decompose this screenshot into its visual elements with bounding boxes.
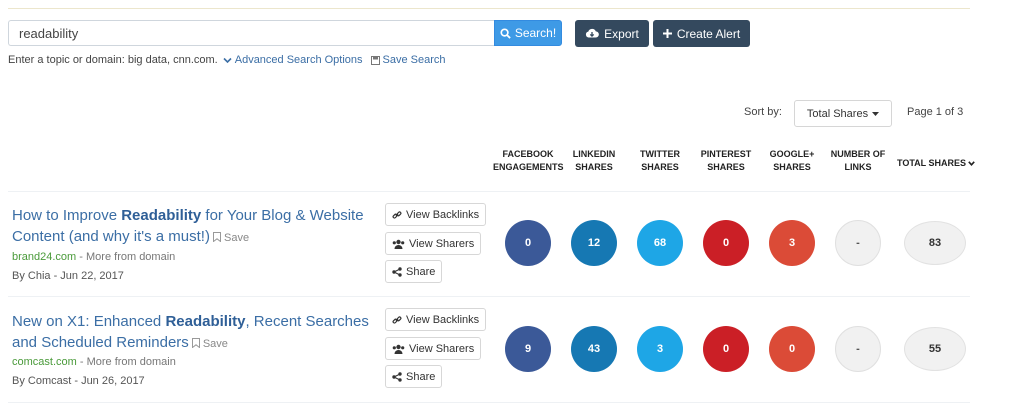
more-from-domain-label: More from domain — [86, 356, 176, 368]
total-shares-oval: 83 — [904, 221, 966, 265]
view-backlinks-label: View Backlinks — [406, 313, 480, 326]
total-shares-header-label: TOTAL SHARES — [896, 158, 966, 168]
number-of-links-circle: - — [835, 326, 881, 372]
column-header-total-shares[interactable]: TOTAL SHARES — [893, 148, 979, 179]
plus-icon — [662, 29, 672, 38]
link-icon — [392, 210, 402, 220]
save-article-button[interactable]: Save — [191, 338, 228, 350]
save-article-button[interactable]: Save — [212, 232, 250, 244]
facebook-engagements-circle: 0 — [505, 220, 551, 266]
number-of-links-circle: - — [835, 220, 881, 266]
column-header-links[interactable]: NUMBER OF LINKS — [823, 148, 893, 174]
share-label: Share — [406, 265, 436, 278]
view-sharers-label: View Sharers — [409, 237, 475, 250]
result-domain-line: comcast.com - More from domain — [12, 356, 176, 368]
view-sharers-label: View Sharers — [409, 342, 475, 355]
column-header-google[interactable]: GOOGLE+ SHARES — [757, 148, 827, 174]
result-byline: By Comcast - Jun 26, 2017 — [12, 375, 145, 387]
sort-by-label: Sort by: — [744, 106, 782, 118]
caret-down-icon — [872, 111, 880, 116]
share-icon — [392, 266, 402, 277]
search-icon — [500, 27, 511, 39]
result-title-keyword: Readability — [121, 207, 202, 224]
search-button-label: Search! — [514, 26, 557, 40]
row-divider — [8, 402, 970, 403]
linkedin-shares-circle: 43 — [571, 326, 617, 372]
total-shares-oval: 55 — [904, 327, 966, 371]
chevron-down-icon — [968, 148, 975, 179]
row-divider — [8, 191, 970, 192]
more-from-domain-label: More from domain — [86, 251, 176, 263]
advanced-search-label: Advanced Search Options — [234, 54, 363, 66]
export-label: Export — [604, 26, 639, 41]
column-header-facebook[interactable]: FACEBOOK ENGAGEMENTS — [493, 148, 564, 174]
share-label: Share — [406, 370, 436, 383]
chevron-down-icon — [223, 57, 232, 64]
page-indicator: Page 1 of 3 — [907, 106, 964, 118]
create-alert-label: Create Alert — [676, 26, 741, 41]
top-divider — [8, 8, 970, 9]
twitter-shares-circle: 3 — [637, 326, 683, 372]
pinterest-shares-circle: 0 — [703, 220, 749, 266]
save-label: Save — [202, 338, 228, 350]
search-hint-row: Enter a topic or domain: big data, cnn.c… — [8, 54, 446, 66]
google-shares-circle: 3 — [769, 220, 815, 266]
save-search-label: Save Search — [382, 54, 446, 66]
link-icon — [392, 315, 402, 325]
result-domain-line: brand24.com - More from domain — [12, 251, 175, 263]
result-byline: By Chia - Jun 22, 2017 — [12, 270, 124, 282]
save-label: Save — [224, 232, 250, 244]
create-alert-button[interactable]: Create Alert — [653, 20, 750, 47]
sort-dropdown[interactable]: Total Shares — [794, 100, 892, 127]
sort-selected-value: Total Shares — [806, 107, 869, 120]
row-divider — [8, 296, 970, 297]
floppy-disk-icon — [370, 55, 380, 65]
result-domain-link[interactable]: brand24.com — [12, 251, 76, 263]
search-input[interactable] — [8, 20, 494, 46]
share-button[interactable]: Share — [385, 260, 443, 283]
linkedin-shares-circle: 12 — [571, 220, 617, 266]
column-header-pinterest[interactable]: PINTEREST SHARES — [691, 148, 761, 174]
column-header-twitter[interactable]: TWITTER SHARES — [625, 148, 695, 174]
result-title-text: New on X1: Enhanced — [12, 313, 166, 330]
users-icon — [392, 344, 405, 354]
bookmark-icon — [191, 338, 200, 349]
google-shares-circle: 0 — [769, 326, 815, 372]
advanced-search-link[interactable]: Advanced Search Options — [223, 54, 363, 66]
more-from-domain-link[interactable]: - More from domain — [80, 356, 176, 368]
users-icon — [392, 239, 405, 249]
bookmark-icon — [212, 232, 221, 243]
share-icon — [392, 371, 402, 382]
view-backlinks-button[interactable]: View Backlinks — [385, 308, 487, 331]
share-button[interactable]: Share — [385, 365, 443, 388]
facebook-engagements-circle: 9 — [505, 326, 551, 372]
result-title-keyword: Readability — [165, 313, 246, 330]
search-hint: Enter a topic or domain: big data, cnn.c… — [8, 54, 218, 66]
pinterest-shares-circle: 0 — [703, 326, 749, 372]
twitter-shares-circle: 68 — [637, 220, 683, 266]
result-domain-link[interactable]: comcast.com — [12, 356, 77, 368]
result-title-link[interactable]: New on X1: Enhanced Readability, Recent … — [12, 311, 382, 355]
result-title-text: How to Improve — [12, 207, 122, 224]
more-from-domain-link[interactable]: - More from domain — [79, 251, 175, 263]
view-backlinks-label: View Backlinks — [406, 208, 480, 221]
view-sharers-button[interactable]: View Sharers — [385, 232, 482, 255]
view-sharers-button[interactable]: View Sharers — [385, 337, 482, 360]
result-title-link[interactable]: How to Improve Readability for Your Blog… — [12, 205, 382, 249]
search-button[interactable]: Search! — [494, 20, 562, 46]
export-button[interactable]: Export — [575, 20, 649, 47]
save-search-link[interactable]: Save Search — [370, 54, 446, 66]
cloud-download-icon — [585, 28, 600, 39]
column-header-linkedin[interactable]: LINKEDIN SHARES — [559, 148, 629, 174]
view-backlinks-button[interactable]: View Backlinks — [385, 203, 487, 226]
